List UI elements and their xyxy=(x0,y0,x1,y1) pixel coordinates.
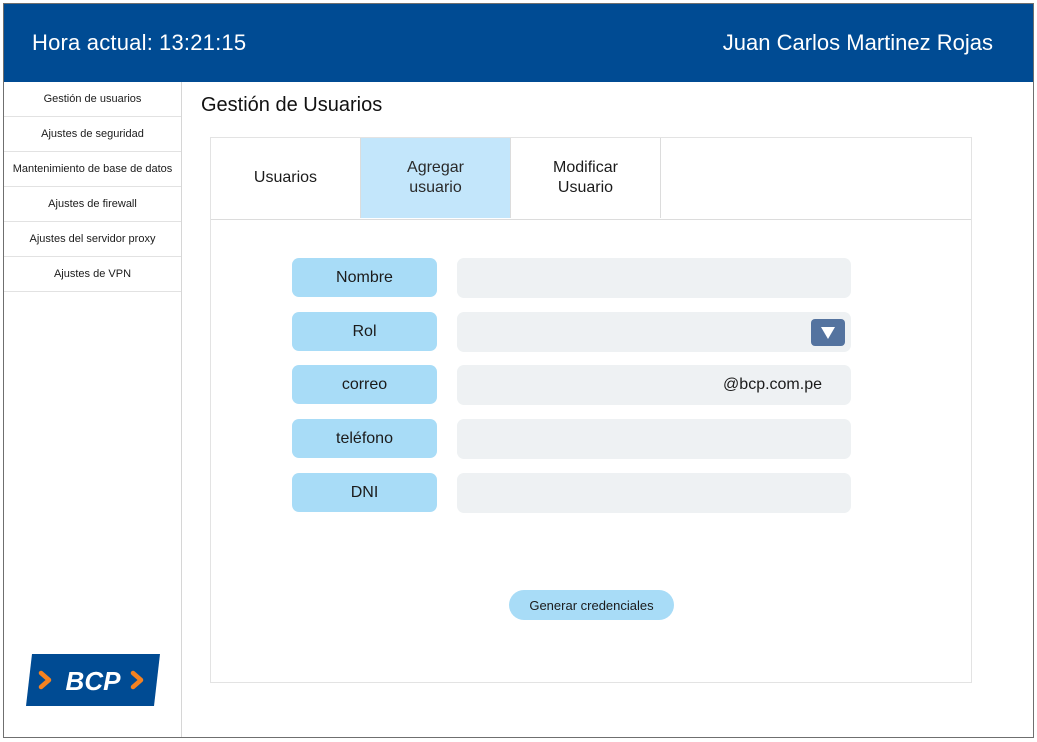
tab-bar: Usuarios Agregar usuario Modificar Usuar… xyxy=(211,138,971,220)
sidebar-item-proxy-settings[interactable]: Ajustes del servidor proxy xyxy=(4,222,181,257)
form-row-dni: DNI xyxy=(292,473,852,513)
sidebar-item-user-management[interactable]: Gestión de usuarios xyxy=(4,82,181,117)
correo-domain-suffix: @bcp.com.pe xyxy=(723,376,822,393)
rol-dropdown-button[interactable] xyxy=(811,319,845,346)
top-header: Hora actual: 13:21:15 Juan Carlos Martine… xyxy=(4,4,1033,82)
telefono-input[interactable] xyxy=(457,419,851,459)
tab-usuarios[interactable]: Usuarios xyxy=(211,138,361,218)
current-time-label: Hora actual: xyxy=(32,30,154,55)
app-window: Hora actual: 13:21:15 Juan Carlos Martine… xyxy=(3,3,1034,738)
correo-label: correo xyxy=(292,365,437,404)
nombre-label: Nombre xyxy=(292,258,437,297)
bcp-logo-text: BCP xyxy=(66,666,122,696)
tab-modificar-usuario-label: Modificar Usuario xyxy=(553,159,618,196)
form-row-rol: Rol xyxy=(292,312,852,352)
form-row-correo: correo @bcp.com.pe xyxy=(292,365,852,405)
page-title: Gestión de Usuarios xyxy=(201,94,383,116)
rol-select[interactable] xyxy=(457,312,851,352)
user-name: Juan Carlos Martinez Rojas xyxy=(722,30,993,55)
tab-agregar-usuario[interactable]: Agregar usuario xyxy=(361,138,511,218)
sidebar-item-firewall-settings[interactable]: Ajustes de firewall xyxy=(4,187,181,222)
dni-label: DNI xyxy=(292,473,437,512)
sidebar-item-security-settings[interactable]: Ajustes de seguridad xyxy=(4,117,181,152)
sidebar-item-database-maintenance[interactable]: Mantenimiento de base de datos xyxy=(4,152,181,187)
form-row-telefono: teléfono xyxy=(292,419,852,459)
tab-agregar-usuario-label: Agregar usuario xyxy=(407,159,464,196)
telefono-label: teléfono xyxy=(292,419,437,458)
current-time: Hora actual: 13:21:15 xyxy=(32,30,246,56)
form-row-nombre: Nombre xyxy=(292,258,852,298)
current-time-value: 13:21:15 xyxy=(159,30,247,55)
chevron-down-icon xyxy=(821,326,835,339)
dni-input[interactable] xyxy=(457,473,851,513)
tab-modificar-usuario[interactable]: Modificar Usuario xyxy=(511,138,661,218)
bcp-logo: BCP xyxy=(26,654,160,706)
sidebar-item-vpn-settings[interactable]: Ajustes de VPN xyxy=(4,257,181,292)
rol-label: Rol xyxy=(292,312,437,351)
generate-credentials-button[interactable]: Generar credenciales xyxy=(509,590,674,620)
sidebar: Gestión de usuarios Ajustes de seguridad… xyxy=(4,82,182,737)
user-form-panel: Usuarios Agregar usuario Modificar Usuar… xyxy=(210,137,972,683)
nombre-input[interactable] xyxy=(457,258,851,298)
